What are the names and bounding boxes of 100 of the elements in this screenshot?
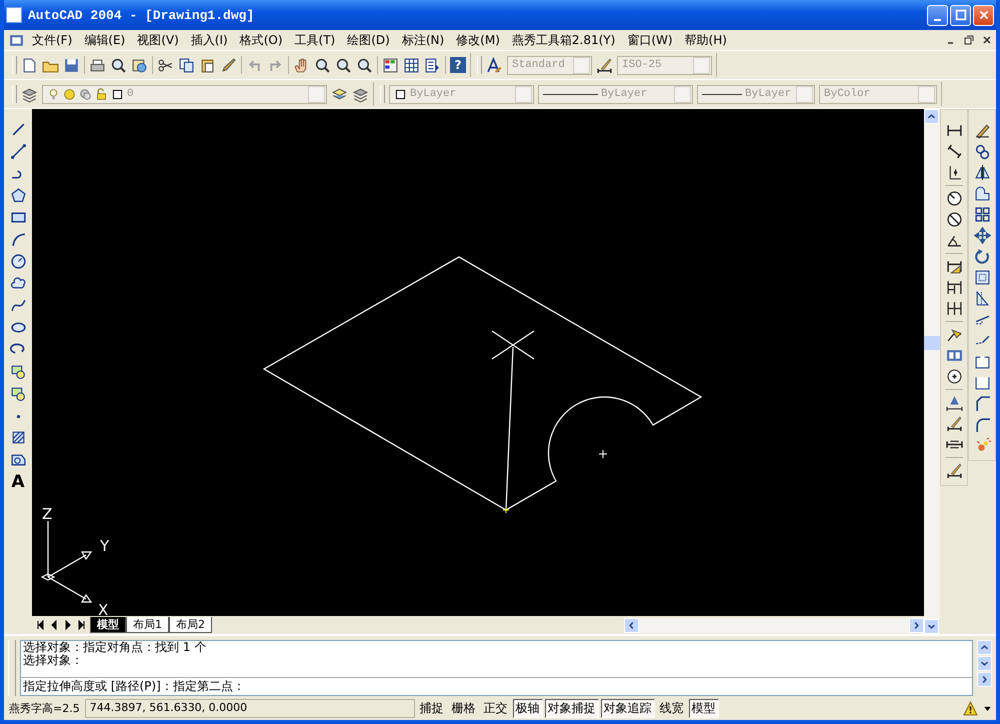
layer-previous-icon[interactable] [352,86,369,102]
warning-icon[interactable] [962,700,979,716]
scroll-right-icon[interactable] [977,672,992,687]
menu-item[interactable]: 视图(V) [132,32,184,48]
menu-item[interactable]: 插入(I) [186,32,233,48]
arc-icon[interactable] [10,231,26,248]
text-tool[interactable]: A [11,473,25,491]
dimension-style-icon[interactable] [946,462,962,479]
diameter-dimension-icon[interactable] [946,211,962,228]
status-toggle-button[interactable]: 正交 [480,698,511,718]
restore-icon[interactable] [964,35,974,45]
hatch-icon[interactable] [10,429,26,446]
offset-icon[interactable] [974,185,990,202]
continue-dimension-icon[interactable] [946,300,962,317]
vertical-scrollbar[interactable] [924,109,940,634]
scroll-right-icon[interactable] [909,618,924,632]
layout-tab[interactable]: 布局1 [126,617,169,633]
block-icon[interactable] [10,385,26,402]
scroll-thumb[interactable] [924,336,940,350]
scale-icon[interactable] [974,269,990,286]
publish-icon[interactable] [131,56,148,74]
zoom-in-icon[interactable] [314,56,331,74]
text-style-icon[interactable] [486,56,503,74]
block-icon[interactable] [10,363,26,380]
command-window-grip[interactable] [8,640,16,696]
status-toggle-button[interactable]: 线宽 [656,698,687,718]
status-toggle-button[interactable]: 栅格 [448,698,479,718]
close-button[interactable] [973,4,994,26]
minimize-button[interactable] [927,4,948,26]
menu-item[interactable]: 燕秀工具箱2.81(Y) [506,32,620,48]
maximize-button[interactable] [950,4,971,26]
brush-icon[interactable] [220,56,237,74]
layout-tab[interactable]: 布局2 [169,617,212,633]
menu-item[interactable]: 帮助(H) [680,32,732,48]
scroll-up-icon[interactable] [977,640,992,655]
menu-item[interactable]: 编辑(E) [79,32,130,48]
copy-icon[interactable] [178,56,195,74]
status-toggle-button[interactable]: 对象捕捉 [544,698,599,718]
linear-dimension-icon[interactable] [946,122,962,139]
aligned-dimension-icon[interactable] [946,143,962,160]
status-toggle-button[interactable]: 模型 [688,698,719,718]
print-preview-icon[interactable] [110,56,127,74]
eraser-icon[interactable] [974,122,990,139]
construction-line-icon[interactable] [10,143,26,160]
scroll-left-icon[interactable] [624,618,639,632]
circle-icon[interactable] [10,253,26,270]
scroll-down-icon[interactable] [977,656,992,671]
status-toggle-button[interactable]: 对象追踪 [600,698,655,718]
chamfer-icon[interactable] [974,395,990,412]
menu-item[interactable]: 格式(O) [234,32,288,48]
dimension-style-icon[interactable] [596,56,613,74]
rotate-icon[interactable] [974,248,990,265]
array-icon[interactable] [974,206,990,223]
color-swatch-icon [394,88,407,100]
status-toggle-button[interactable]: 捕捉 [416,698,447,718]
new-file-icon[interactable] [21,56,38,74]
dimension-edit-icon[interactable] [946,415,962,432]
menu-item[interactable]: 绘图(D) [342,32,395,48]
dimension-text-edit-icon[interactable] [946,394,962,411]
quick-dimension-icon[interactable] [946,258,962,275]
center-mark-icon[interactable] [946,368,962,385]
printer-icon[interactable] [89,56,106,74]
stretch-icon[interactable] [974,290,990,307]
close-icon[interactable] [982,35,992,45]
menu-item[interactable]: 窗口(W) [622,32,678,48]
move-icon[interactable] [974,227,990,244]
command-prompt: 指定拉伸高度或 [路径(P)]：指定第二点： [22,678,246,695]
break-icon[interactable] [974,353,990,370]
spline-curve-icon[interactable] [10,297,26,314]
menu-item[interactable]: 工具(T) [290,32,340,48]
copy-objects-icon[interactable] [974,143,990,160]
fillet-icon[interactable] [974,416,990,433]
line-icon[interactable] [10,121,26,138]
grid-icon[interactable] [403,56,420,74]
help-button[interactable]: ? [450,57,466,73]
scroll-down-icon[interactable] [924,619,939,634]
menu-item[interactable]: 标注(N) [396,32,450,48]
zoom-previous-icon[interactable] [356,56,373,74]
mirror-icon[interactable] [974,164,990,181]
paste-icon[interactable] [199,56,216,74]
menu-item[interactable]: 修改(M) [451,32,505,48]
baseline-dimension-icon[interactable] [946,279,962,296]
layout-tab[interactable]: 模型 [90,617,126,633]
layers-icon[interactable] [21,86,38,102]
save-icon[interactable] [63,56,80,74]
break-icon[interactable] [974,374,990,391]
command-window[interactable]: 选择对象：指定对角点：找到 1 个 选择对象： 指定拉伸高度或 [路径(P)]：指定第二点： [20,640,973,696]
cut-icon[interactable] [157,56,174,74]
polygon-icon[interactable] [10,187,26,204]
horizontal-scrollbar[interactable] [624,618,924,632]
zoom-window-icon[interactable] [335,56,352,74]
tolerance-icon[interactable] [946,347,962,364]
status-toggle-button[interactable]: 极轴 [512,698,543,718]
menu-item[interactable]: 文件(F) [27,32,78,48]
tool-palette-icon[interactable] [424,56,441,74]
color-palette-icon[interactable] [382,56,399,74]
radius-dimension-icon[interactable] [946,190,962,207]
drawing-canvas[interactable]: Z Y X [32,109,924,616]
scroll-up-icon[interactable] [924,109,939,124]
app-icon [6,7,22,23]
